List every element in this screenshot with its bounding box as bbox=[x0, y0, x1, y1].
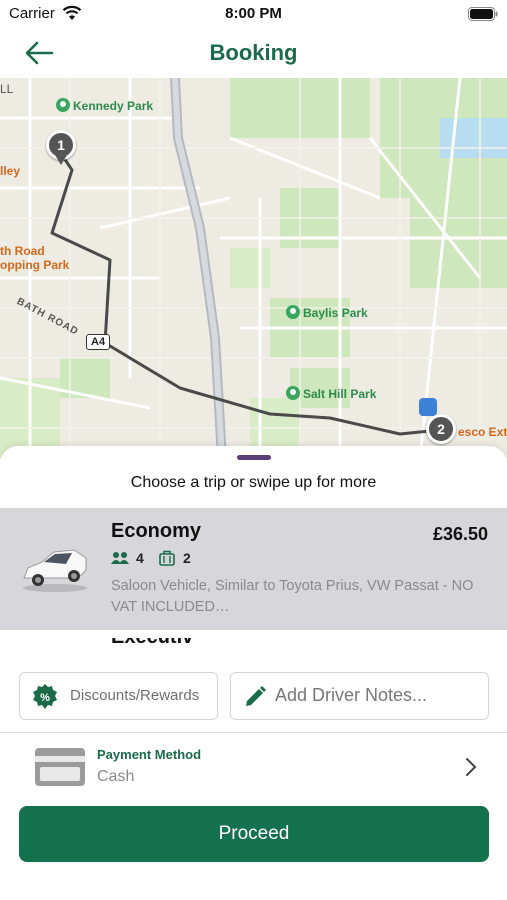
trip-sheet: Choose a trip or swipe up for more Econo… bbox=[0, 446, 507, 900]
sheet-drag-handle[interactable] bbox=[237, 455, 271, 460]
driver-notes-placeholder: Add Driver Notes... bbox=[275, 685, 428, 705]
map-label-baylis-park: Baylis Park bbox=[286, 305, 368, 320]
luggage-icon bbox=[159, 550, 175, 566]
trip-option-economy[interactable]: Economy £36.50 4 2 Saloon Vehicle, Simil… bbox=[0, 508, 507, 630]
discounts-button[interactable]: % Discounts/Rewards bbox=[19, 672, 218, 720]
park-pin-icon bbox=[286, 386, 300, 400]
map-label-shopping-2: opping Park bbox=[0, 258, 70, 272]
credit-card-icon bbox=[35, 748, 85, 786]
route-map[interactable]: Kennedy Park LL lley th Road opping Park… bbox=[0, 78, 507, 458]
map-label-tesco: esco Ext bbox=[458, 425, 507, 439]
passenger-count: 4 bbox=[136, 550, 144, 566]
trip-name: Economy bbox=[111, 520, 202, 542]
sheet-hint: Choose a trip or swipe up for more bbox=[130, 474, 377, 491]
next-trip-peek[interactable]: Executive bbox=[111, 638, 191, 646]
discounts-label: Discounts/Rewards bbox=[70, 687, 200, 704]
train-station-icon bbox=[419, 398, 437, 416]
trip-price: £36.50 bbox=[432, 524, 488, 544]
svg-text:%: % bbox=[40, 692, 50, 704]
payment-method-row[interactable]: Payment Method Cash bbox=[0, 733, 507, 801]
clock: 8:00 PM bbox=[225, 5, 282, 22]
next-trip-name: Executive bbox=[111, 638, 191, 646]
map-label-edge: LL bbox=[0, 82, 14, 96]
driver-notes-field[interactable]: Add Driver Notes... bbox=[230, 672, 489, 720]
start-marker[interactable]: 1 bbox=[46, 130, 76, 165]
discount-badge-icon: % bbox=[33, 684, 57, 709]
map-label-salt-hill-park: Salt Hill Park bbox=[286, 386, 376, 401]
park-pin-icon bbox=[286, 305, 300, 319]
pencil-icon bbox=[246, 686, 266, 706]
luggage-count: 2 bbox=[183, 550, 191, 566]
end-marker[interactable]: 2 bbox=[426, 414, 456, 444]
park-pin-icon bbox=[56, 98, 70, 112]
proceed-button[interactable]: Proceed bbox=[19, 806, 489, 862]
page-title: Booking bbox=[209, 40, 298, 65]
payment-method-label: Payment Method bbox=[97, 747, 202, 762]
map-label-edge-2: lley bbox=[0, 164, 21, 178]
car-icon bbox=[23, 549, 87, 592]
status-bar: Carrier 8:00 PM bbox=[0, 0, 507, 30]
nav-bar: Booking bbox=[0, 30, 507, 78]
battery-icon bbox=[468, 7, 498, 21]
chevron-right-icon bbox=[466, 758, 477, 776]
payment-method-value: Cash bbox=[97, 768, 135, 785]
road-shield-a4: A4 bbox=[86, 334, 111, 350]
map-label-kennedy-park: Kennedy Park bbox=[56, 98, 153, 113]
map-label-shopping-1: th Road bbox=[0, 244, 45, 258]
passengers-icon bbox=[111, 552, 129, 564]
trip-description: Saloon Vehicle, Similar to Toyota Prius,… bbox=[111, 578, 474, 615]
